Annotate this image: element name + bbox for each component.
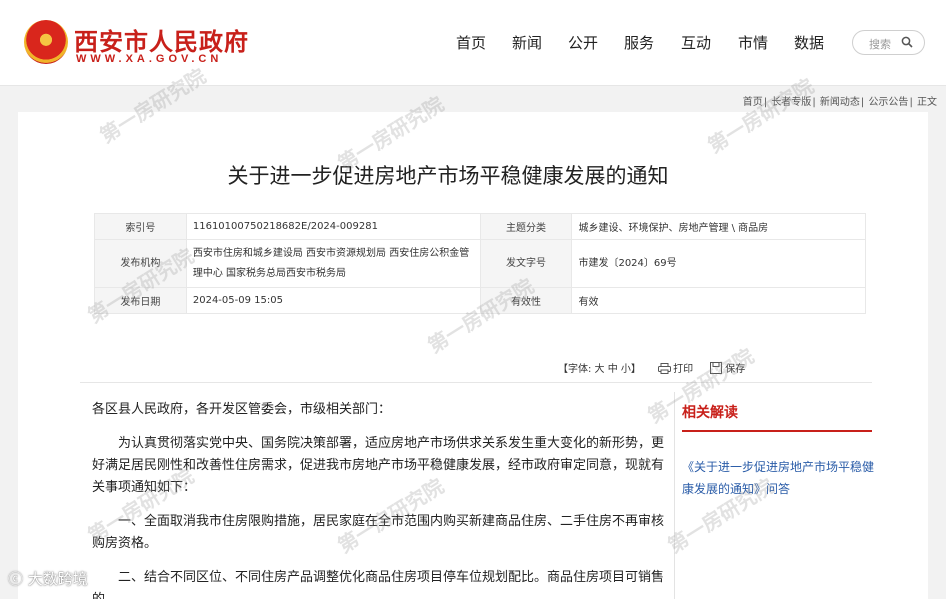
meta-index-label: 索引号 xyxy=(94,213,187,240)
nav-item-service[interactable]: 服务 xyxy=(624,32,654,53)
page-title: 关于进一步促进房地产市场平稳健康发展的通知 xyxy=(227,164,669,188)
meta-validity-value: 有效 xyxy=(571,287,866,314)
breadcrumb-home[interactable]: 首页 xyxy=(743,97,763,108)
print-label: 打印 xyxy=(673,364,694,375)
salutation: 各区县人民政府，各开发区管委会，市级相关部门： xyxy=(92,402,392,417)
site-header: 西安市人民政府 WWW.XA.GOV.CN 首页 新闻 公开 服务 互动 市情 … xyxy=(0,0,946,86)
save-label: 保存 xyxy=(725,364,746,375)
meta-topic-value: 城乡建设、环境保护、房地产管理 \ 商品房 xyxy=(571,213,866,240)
breadcrumb-elder[interactable]: 长者专版 xyxy=(771,97,811,108)
breadcrumb-news[interactable]: 新闻动态 xyxy=(820,97,860,108)
nav-item-home[interactable]: 首页 xyxy=(456,32,486,53)
related-title: 相关解读 xyxy=(682,405,738,421)
divider xyxy=(80,382,872,383)
meta-doc-no-value: 市建发〔2024〕69号 xyxy=(571,239,866,288)
meta-issuer-value: 西安市住房和城乡建设局 西安市资源规划局 西安住房公积金管理中心 国家税务总局西… xyxy=(185,239,481,288)
meta-validity-label: 有效性 xyxy=(479,287,573,314)
national-emblem-icon[interactable] xyxy=(24,20,68,64)
paragraph-item-1: 一、全面取消我市住房限购措施，居民家庭在全市范围内购买新建商品住房、二手住房不再… xyxy=(92,514,665,551)
nav-item-data[interactable]: 数据 xyxy=(794,32,824,53)
nav-item-public[interactable]: 公开 xyxy=(568,32,598,53)
search-icon[interactable] xyxy=(901,36,913,48)
paragraph-intro: 为认真贯彻落实党中央、国务院决策部署，适应房地产市场供求关系发生重大变化的新形势… xyxy=(92,436,665,495)
font-size-switch[interactable]: 【字体: 大 中 小】 xyxy=(558,364,641,375)
nav-item-city-info[interactable]: 市情 xyxy=(738,32,768,53)
breadcrumb-notice[interactable]: 公示公告 xyxy=(868,97,908,108)
related-reading: 相关解读 《关于进一步促进房地产市场平稳健康发展的通知》问答 xyxy=(682,402,882,500)
article-body: 各区县人民政府，各开发区管委会，市级相关部门： 为认真贯彻落实党中央、国务院决策… xyxy=(92,399,670,599)
meta-issuer-label: 发布机构 xyxy=(94,239,187,288)
article-container: 关于进一步促进房地产市场平稳健康发展的通知 索引号 11610100750218… xyxy=(18,112,928,599)
save-icon xyxy=(710,362,723,374)
nav-item-interact[interactable]: 互动 xyxy=(681,32,711,53)
paragraph-item-2: 二、结合不同区位、不同住房产品调整优化商品住房项目停车位规划配比。商品住房项目可… xyxy=(92,570,665,599)
nav-item-news[interactable]: 新闻 xyxy=(512,32,542,53)
search-input[interactable]: 搜索 xyxy=(869,36,891,52)
search-box[interactable]: 搜索 xyxy=(852,30,925,55)
save-button[interactable]: 保存 xyxy=(710,362,746,375)
print-icon xyxy=(658,363,672,374)
corner-logo-text: 大数跨境 xyxy=(27,570,88,588)
corner-logo: ⓒ 大数跨境 xyxy=(8,568,88,589)
article-tools: 【字体: 大 中 小】 打印 保存 xyxy=(558,360,745,375)
column-divider xyxy=(674,392,675,599)
corner-logo-icon: ⓒ xyxy=(8,570,28,588)
related-rule xyxy=(682,430,872,432)
site-title[interactable]: 西安市人民政府 xyxy=(74,22,249,57)
meta-index-value: 11610100750218682E/2024-009281 xyxy=(185,213,481,240)
meta-date-value: 2024-05-09 15:05 xyxy=(185,287,481,314)
print-button[interactable]: 打印 xyxy=(658,363,696,375)
meta-date-label: 发布日期 xyxy=(94,287,187,314)
meta-topic-label: 主题分类 xyxy=(479,213,573,240)
breadcrumb: 首页| 长者专版| 新闻动态| 公示公告| 正文 xyxy=(742,97,937,108)
document-meta-table: 索引号 11610100750218682E/2024-009281 主题分类 … xyxy=(94,213,866,314)
breadcrumb-current: 正文 xyxy=(917,97,937,108)
meta-doc-no-label: 发文字号 xyxy=(479,239,573,288)
site-url[interactable]: WWW.XA.GOV.CN xyxy=(76,53,222,65)
related-link[interactable]: 《关于进一步促进房地产市场平稳健康发展的通知》问答 xyxy=(682,456,882,500)
